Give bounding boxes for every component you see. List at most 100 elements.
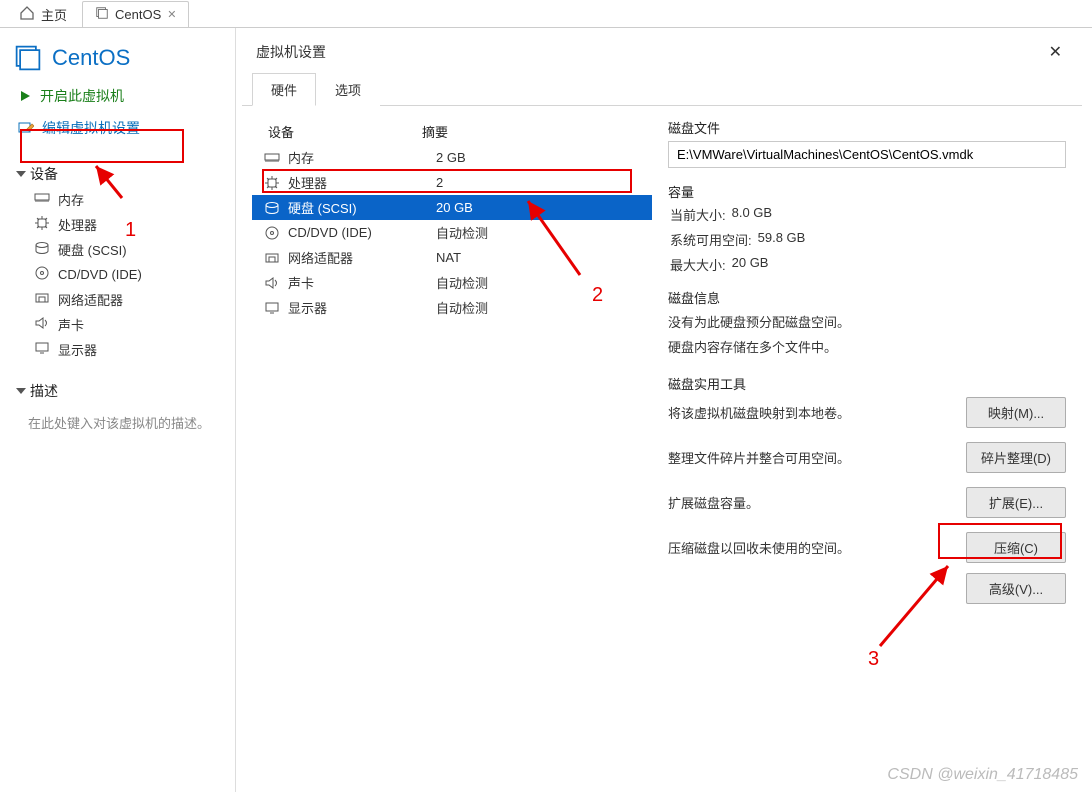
tab-home[interactable]: 主页: [6, 0, 80, 28]
edit-icon: [18, 121, 34, 135]
desc-section-toggle[interactable]: 描述: [16, 377, 235, 405]
map-desc: 将该虚拟机磁盘映射到本地卷。: [668, 403, 850, 422]
network-icon: [264, 251, 280, 265]
disk-info-label: 磁盘信息: [668, 288, 1066, 307]
sidebar-item-label: 内存: [58, 190, 84, 209]
device-name: 网络适配器: [288, 248, 428, 267]
tab-hardware[interactable]: 硬件: [252, 73, 316, 106]
defrag-button[interactable]: 碎片整理(D): [966, 442, 1066, 473]
tab-vm-label: CentOS: [115, 7, 161, 22]
map-button[interactable]: 映射(M)...: [966, 397, 1066, 428]
vm-tab-icon: [95, 6, 109, 23]
disk-util-label: 磁盘实用工具: [668, 374, 1066, 393]
sidebar-item-device[interactable]: 网络适配器: [34, 290, 235, 309]
tab-vm[interactable]: CentOS ✕: [82, 1, 189, 27]
disk-file-input[interactable]: [668, 141, 1066, 168]
max-size-value: 20 GB: [732, 255, 769, 274]
vm-icon: [14, 44, 42, 72]
device-summary: 2: [436, 175, 646, 190]
compact-button[interactable]: 压缩(C): [966, 532, 1066, 563]
device-name: CD/DVD (IDE): [288, 225, 428, 240]
sys-avail-value: 59.8 GB: [758, 230, 806, 249]
device-name: 硬盘 (SCSI): [288, 198, 428, 217]
sidebar-item-label: 硬盘 (SCSI): [58, 240, 127, 259]
device-summary: 20 GB: [436, 200, 646, 215]
current-size-value: 8.0 GB: [732, 205, 772, 224]
start-vm-link[interactable]: 开启此虚拟机: [4, 82, 235, 110]
watermark: CSDN @weixin_41718485: [887, 766, 1078, 784]
disk-info-line1: 没有为此硬盘预分配磁盘空间。: [668, 311, 1066, 336]
device-summary: 自动检测: [436, 298, 646, 317]
col-summary: 摘要: [422, 122, 646, 141]
max-size-label: 最大大小:: [670, 255, 726, 274]
sidebar-item-label: 显示器: [58, 340, 97, 359]
sidebar-item-device[interactable]: 内存: [34, 190, 235, 209]
cddvd-icon: [34, 265, 50, 284]
sound-icon: [264, 276, 280, 290]
sound-icon: [34, 316, 50, 333]
dialog-close-button[interactable]: ✕: [1043, 42, 1068, 62]
sidebar-item-device[interactable]: 硬盘 (SCSI): [34, 240, 235, 259]
sidebar-item-device[interactable]: 显示器: [34, 340, 235, 359]
device-row[interactable]: 处理器 2: [252, 170, 652, 195]
sidebar-item-label: 声卡: [58, 315, 84, 334]
memory-icon: [264, 151, 280, 165]
display-icon: [34, 341, 50, 358]
device-summary: 自动检测: [436, 273, 646, 292]
sidebar-item-label: 处理器: [58, 215, 97, 234]
advanced-button[interactable]: 高级(V)...: [966, 573, 1066, 604]
expand-button[interactable]: 扩展(E)...: [966, 487, 1066, 518]
memory-icon: [34, 191, 50, 208]
device-name: 显示器: [288, 298, 428, 317]
cpu-icon: [34, 215, 50, 234]
device-row[interactable]: 声卡自动检测: [252, 270, 652, 295]
vm-title-label: CentOS: [52, 45, 130, 71]
device-row[interactable]: 硬盘 (SCSI) 20 GB: [252, 195, 652, 220]
chevron-down-icon: [16, 171, 26, 177]
sidebar-item-device[interactable]: CD/DVD (IDE): [34, 265, 235, 284]
home-icon: [19, 5, 35, 24]
play-icon: [18, 89, 32, 103]
vm-settings-dialog: 虚拟机设置 ✕ 硬件 选项 设备 摘要 内存 2 GB 处理器 2 硬盘 (SCSI) 2…: [242, 32, 1082, 782]
devices-section-label: 设备: [30, 164, 58, 184]
col-device: 设备: [258, 122, 422, 141]
cddvd-icon: [264, 225, 280, 241]
disk-file-label: 磁盘文件: [668, 118, 1066, 137]
sidebar-item-device[interactable]: 声卡: [34, 315, 235, 334]
disk-icon: [34, 241, 50, 258]
display-icon: [264, 301, 280, 315]
tab-options-label: 选项: [335, 83, 361, 98]
device-row[interactable]: 显示器自动检测: [252, 295, 652, 320]
close-icon[interactable]: ✕: [167, 8, 176, 21]
disk-info-line2: 硬盘内容存储在多个文件中。: [668, 336, 1066, 361]
description-placeholder[interactable]: 在此处键入对该虚拟机的描述。: [16, 405, 235, 440]
tab-options[interactable]: 选项: [316, 73, 380, 106]
device-summary: 2 GB: [436, 150, 646, 165]
device-name: 内存: [288, 148, 428, 167]
dialog-title: 虚拟机设置: [256, 42, 326, 62]
device-summary: NAT: [436, 250, 646, 265]
sidebar-item-label: 网络适配器: [58, 290, 123, 309]
tab-hardware-label: 硬件: [271, 83, 297, 98]
device-summary: 自动检测: [436, 223, 646, 242]
devices-section-toggle[interactable]: 设备: [16, 160, 235, 188]
device-row[interactable]: 网络适配器 NAT: [252, 245, 652, 270]
edit-vm-label: 编辑虚拟机设置: [42, 118, 140, 138]
sidebar: CentOS 开启此虚拟机 编辑虚拟机设置 设备 内存处理器硬盘 (SCSI) C…: [0, 28, 236, 792]
disk-icon: [264, 201, 280, 215]
capacity-label: 容量: [668, 182, 1066, 201]
defrag-desc: 整理文件碎片并整合可用空间。: [668, 448, 850, 467]
compact-desc: 压缩磁盘以回收未使用的空间。: [668, 538, 850, 557]
tab-home-label: 主页: [41, 5, 67, 24]
sys-avail-label: 系统可用空间:: [670, 230, 752, 249]
device-name: 处理器: [288, 173, 428, 192]
chevron-down-icon: [16, 388, 26, 394]
device-row[interactable]: CD/DVD (IDE) 自动检测: [252, 220, 652, 245]
device-list-header: 设备 摘要: [252, 118, 652, 145]
cpu-icon: [264, 175, 280, 191]
current-size-label: 当前大小:: [670, 205, 726, 224]
device-row[interactable]: 内存 2 GB: [252, 145, 652, 170]
network-icon: [34, 291, 50, 308]
sidebar-item-device[interactable]: 处理器: [34, 215, 235, 234]
edit-vm-link[interactable]: 编辑虚拟机设置: [4, 114, 235, 142]
